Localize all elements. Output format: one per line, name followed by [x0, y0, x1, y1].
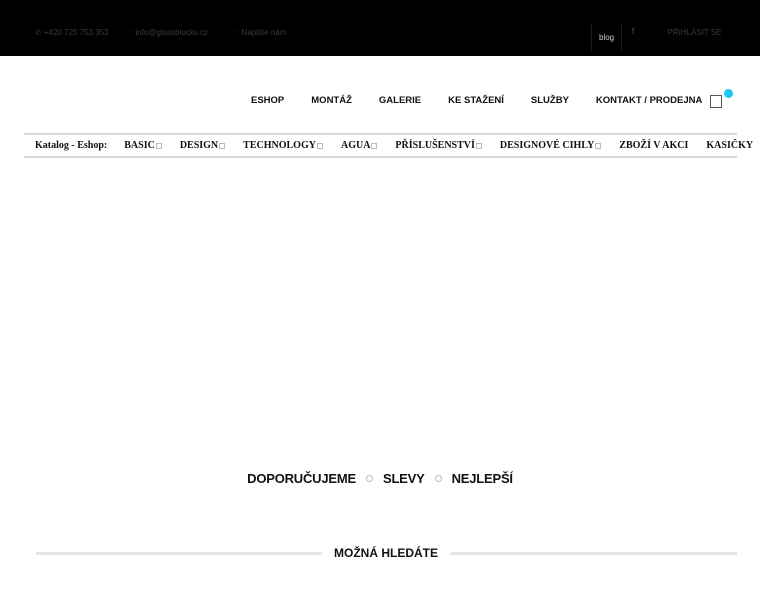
catalog-item-zbozi-v-akci[interactable]: ZBOŽÍ V AKCI — [619, 140, 688, 151]
catalog-label: Katalog - Eshop: — [35, 140, 108, 151]
dropdown-icon — [316, 142, 323, 149]
cart-icon[interactable] — [710, 95, 722, 108]
email-link[interactable]: ▫ info@glassblocks.cz — [130, 28, 208, 37]
catalog-item-label: ZBOŽÍ V AKCI — [619, 140, 689, 151]
tab-nejlepsi[interactable]: NEJLEPŠÍ — [452, 471, 513, 486]
cart-badge — [724, 89, 733, 98]
catalog-item-label: BASIC — [124, 140, 155, 151]
nav-item-eshop[interactable]: ESHOP — [251, 95, 284, 106]
dropdown-icon — [475, 142, 482, 149]
dropdown-icon — [371, 142, 378, 149]
blog-link[interactable]: blog — [591, 24, 623, 51]
login-link[interactable]: ▫ PŘIHLÁSIT SE — [662, 28, 722, 37]
catalog-item-label: DESIGNOVÉ CIHLY — [499, 140, 595, 151]
catalog-item-label: PŘÍSLUŠENSTVÍ — [395, 140, 475, 151]
dropdown-icon — [219, 142, 226, 149]
nav-item-montaz[interactable]: MONTÁŽ — [311, 95, 352, 106]
chat-icon: ▫ — [236, 29, 239, 36]
main-nav: ESHOP MONTÁŽ GALERIE KE STAŽENÍ SLUŽBY K… — [251, 95, 702, 106]
email-address: info@glassblocks.cz — [135, 28, 209, 37]
nav-item-ke-stazeni[interactable]: KE STAŽENÍ — [448, 95, 504, 106]
catalog-item-kasicky[interactable]: KASIČKY — [706, 140, 753, 151]
separator-dot — [365, 475, 373, 482]
facebook-icon[interactable]: f — [632, 27, 634, 36]
section-divider-right — [450, 552, 737, 555]
catalog-item-agua[interactable]: AGUA — [340, 140, 378, 151]
catalog-item-label: KASIČKY — [706, 140, 754, 151]
separator-dot — [434, 475, 442, 482]
product-tabs: DOPORUČUJEME SLEVY NEJLEPŠÍ — [0, 471, 760, 486]
nav-item-galerie[interactable]: GALERIE — [379, 95, 421, 106]
catalog-item-designove-cihly[interactable]: DESIGNOVÉ CIHLY — [499, 140, 602, 151]
nav-item-sluzby[interactable]: SLUŽBY — [531, 95, 569, 106]
write-us-link[interactable]: ▫ Napište nám — [236, 28, 286, 37]
catalog-item-design[interactable]: DESIGN — [179, 140, 226, 151]
catalog-item-label: DESIGN — [179, 140, 219, 151]
catalog-item-basic[interactable]: BASIC — [124, 140, 162, 151]
catalog-bar: Katalog - Eshop: BASIC DESIGN TECHNOLOGY… — [24, 133, 753, 158]
phone-link[interactable]: ✆ +420 725 753 353 — [35, 28, 109, 37]
tab-slevy[interactable]: SLEVY — [383, 471, 425, 486]
nav-item-kontakt[interactable]: KONTAKT / PRODEJNA — [596, 95, 702, 106]
write-us-label: Napište nám — [241, 28, 287, 37]
phone-icon: ✆ — [35, 29, 41, 37]
dropdown-icon — [595, 142, 602, 149]
login-label: PŘIHLÁSIT SE — [667, 28, 722, 37]
catalog-item-label: TECHNOLOGY — [243, 140, 316, 151]
phone-number: +420 725 753 353 — [43, 28, 109, 37]
catalog-item-label: AGUA — [340, 140, 371, 151]
user-icon: ▫ — [662, 29, 665, 36]
envelope-icon: ▫ — [130, 29, 133, 36]
dropdown-icon — [155, 142, 162, 149]
catalog-item-prislusenstvi[interactable]: PŘÍSLUŠENSTVÍ — [395, 140, 482, 151]
tab-doporucujeme[interactable]: DOPORUČUJEME — [247, 471, 356, 486]
catalog-item-technology[interactable]: TECHNOLOGY — [243, 140, 323, 151]
section-title: MOŽNÁ HLEDÁTE — [334, 546, 438, 560]
top-bar: ✆ +420 725 753 353 ▫ info@glassblocks.cz… — [0, 0, 760, 56]
section-divider-left — [36, 552, 322, 555]
